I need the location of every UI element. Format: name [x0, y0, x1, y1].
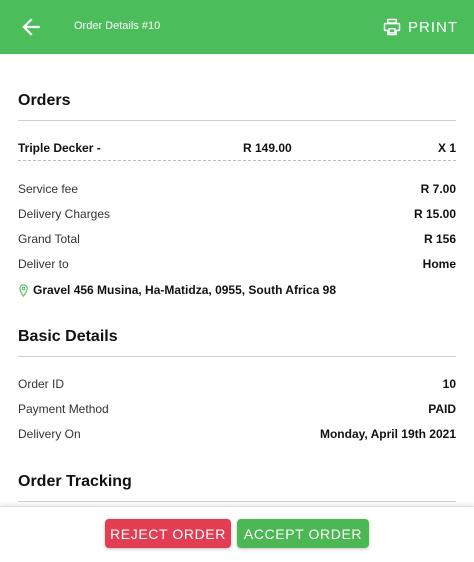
payment-method-label: Payment Method [18, 402, 109, 416]
grand-total-label: Grand Total [18, 232, 80, 246]
item-divider [18, 160, 456, 161]
back-button[interactable] [18, 14, 44, 40]
delivery-address: Gravel 456 Musina, Ha-Matidza, 0955, Sou… [18, 281, 456, 299]
delivery-on-value: Monday, April 19th 2021 [319, 427, 456, 441]
item-quantity: X 1 [437, 141, 456, 155]
order-tracking-divider [18, 501, 456, 502]
orders-section-title: Orders [18, 92, 71, 109]
basic-details-divider [18, 356, 456, 357]
deliver-to-value: Home [422, 257, 456, 271]
arrow-left-icon [22, 18, 40, 36]
printer-icon [383, 18, 401, 36]
delivery-on-label: Delivery On [18, 427, 81, 441]
grand-total-row: Grand Total R 156 [18, 232, 456, 250]
orders-divider [18, 120, 456, 121]
service-fee-row: Service fee R 7.00 [18, 182, 456, 200]
print-button[interactable]: PRINT [382, 14, 458, 40]
delivery-on-row: Delivery On Monday, April 19th 2021 [18, 427, 456, 445]
delivery-charges-row: Delivery Charges R 15.00 [18, 207, 456, 225]
item-name: Triple Decker - [18, 141, 101, 155]
basic-details-title: Basic Details [18, 328, 118, 345]
deliver-to-row: Deliver to Home [18, 257, 456, 275]
grand-total-value: R 156 [423, 232, 456, 246]
action-footer: REJECT ORDER ACCEPT ORDER [0, 506, 474, 562]
order-id-row: Order ID 10 [18, 377, 456, 395]
print-label: PRINT [408, 18, 458, 36]
service-fee-value: R 7.00 [420, 182, 456, 196]
order-id-value: 10 [442, 377, 456, 391]
deliver-to-label: Deliver to [18, 257, 69, 271]
payment-method-value: PAID [428, 402, 456, 416]
service-fee-label: Service fee [18, 182, 79, 196]
delivery-charges-label: Delivery Charges [18, 207, 111, 221]
address-text: Gravel 456 Musina, Ha-Matidza, 0955, Sou… [33, 283, 336, 297]
order-item-row: Triple Decker - R 149.00 X 1 [18, 141, 456, 159]
app-header: Order Details #10 PRINT [0, 0, 474, 54]
item-price: R 149.00 [243, 141, 292, 155]
reject-order-button[interactable]: REJECT ORDER [105, 519, 231, 548]
delivery-charges-value: R 15.00 [413, 207, 456, 221]
accept-order-button[interactable]: ACCEPT ORDER [237, 519, 369, 548]
page-title: Order Details #10 [74, 20, 161, 32]
order-tracking-title: Order Tracking [18, 473, 132, 490]
order-id-label: Order ID [18, 377, 65, 391]
payment-method-row: Payment Method PAID [18, 402, 456, 420]
location-pin-icon [19, 283, 28, 297]
